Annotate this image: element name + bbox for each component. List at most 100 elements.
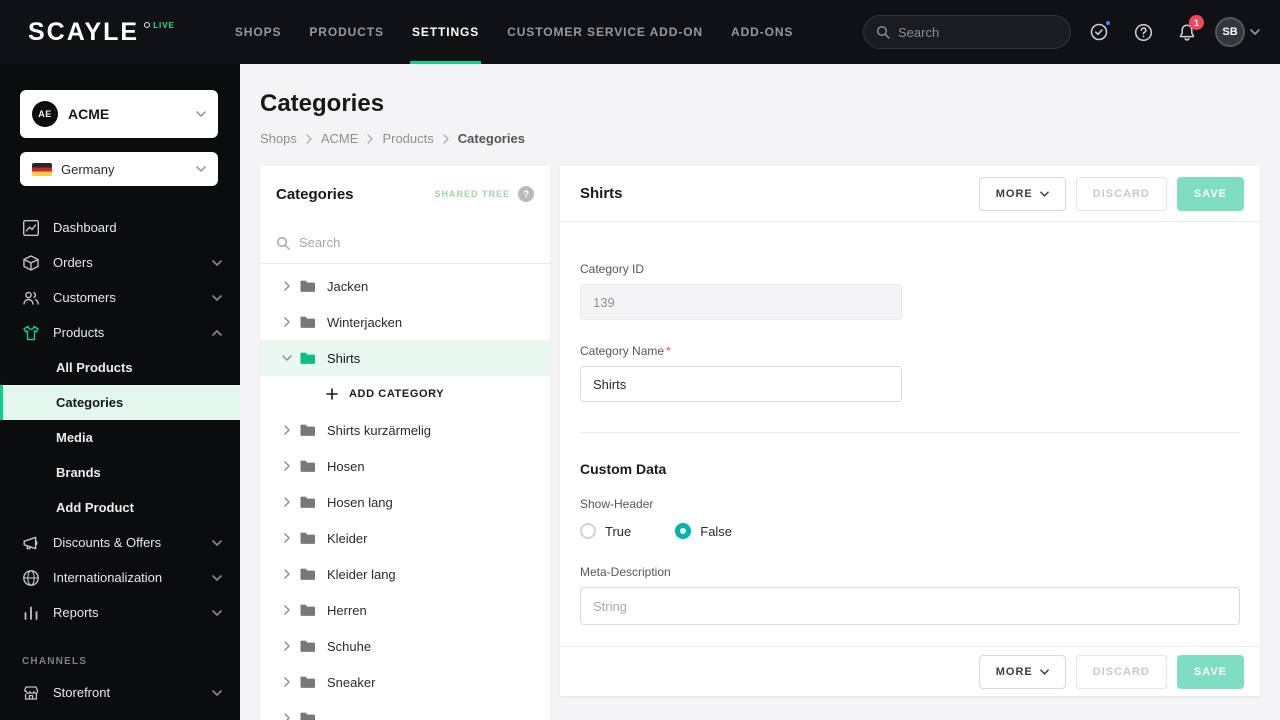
help-circle-icon[interactable]: ? [518, 186, 534, 202]
nav-add-ons[interactable]: ADD-ONS [717, 0, 807, 64]
tree-item-jacken[interactable]: Jacken [260, 268, 550, 304]
chevron-down-icon [1250, 29, 1260, 35]
chevron-right-icon[interactable] [282, 605, 292, 615]
sidebar-item-media[interactable]: Media [0, 420, 240, 455]
sidebar-item-all-products[interactable]: All Products [0, 350, 240, 385]
breadcrumb-acme[interactable]: ACME [321, 131, 359, 146]
chevron-down-icon [212, 540, 222, 546]
sidebar-item-storefront[interactable]: Storefront [0, 675, 240, 710]
chevron-right-icon[interactable] [282, 641, 292, 651]
save-button-footer[interactable]: SAVE [1177, 655, 1244, 689]
radio-checked-icon[interactable] [675, 523, 691, 539]
category-name-input[interactable] [580, 366, 902, 402]
nav-settings[interactable]: SETTINGS [398, 0, 493, 64]
tree-item-sneaker[interactable]: Sneaker [260, 664, 550, 700]
folder-icon [300, 532, 316, 545]
tree-item-label: Herren [327, 603, 367, 618]
radio-unchecked-icon[interactable] [580, 523, 596, 539]
country-selector[interactable]: Germany [20, 152, 218, 186]
breadcrumb-products[interactable]: Products [382, 131, 433, 146]
nav-shops[interactable]: SHOPS [221, 0, 296, 64]
folder-icon [300, 640, 316, 653]
top-nav: SHOPS PRODUCTS SETTINGS CUSTOMER SERVICE… [221, 0, 807, 64]
status-notification-dot [1104, 19, 1112, 27]
tree-search[interactable] [260, 222, 550, 264]
shop-name: ACME [68, 106, 186, 122]
add-category-button[interactable]: ADD CATEGORY [260, 376, 550, 412]
main-content: Categories Shops ACME Products Categorie… [240, 64, 1280, 720]
help-icon-button[interactable] [1127, 16, 1159, 48]
global-search[interactable] [863, 15, 1071, 49]
breadcrumb: Shops ACME Products Categories [260, 131, 1260, 146]
more-button-footer[interactable]: MORE [979, 655, 1066, 689]
scayle-logo[interactable]: SCAYLE LIVE [28, 20, 175, 45]
global-search-input[interactable] [898, 25, 1058, 40]
chevron-right-icon[interactable] [282, 569, 292, 579]
tree-item-hosen[interactable]: Hosen [260, 448, 550, 484]
radio-option-false[interactable]: False [675, 523, 732, 539]
topbar-actions: 1 SB [863, 15, 1280, 49]
logo-text: SCAYLE [28, 20, 139, 45]
sidebar-item-reports[interactable]: Reports [0, 595, 240, 630]
chevron-right-icon[interactable] [282, 677, 292, 687]
notifications-button[interactable]: 1 [1171, 16, 1203, 48]
sidebar-item-dashboard[interactable]: Dashboard [0, 210, 240, 245]
chevron-down-icon [212, 575, 222, 581]
chevron-right-icon[interactable] [282, 281, 292, 291]
radio-option-true[interactable]: True [580, 523, 631, 539]
tree-item-label: Hosen [327, 459, 365, 474]
meta-description-input[interactable] [580, 587, 1240, 625]
tree-search-input[interactable] [299, 235, 534, 250]
category-id-field: Category ID [580, 262, 1240, 320]
nav-customer-service-add-on[interactable]: CUSTOMER SERVICE ADD-ON [493, 0, 717, 64]
save-button[interactable]: SAVE [1177, 177, 1244, 211]
more-button[interactable]: MORE [979, 177, 1066, 211]
user-menu[interactable]: SB [1215, 17, 1260, 47]
orders-icon [22, 254, 40, 272]
sidebar-item-brands[interactable]: Brands [0, 455, 240, 490]
discard-button[interactable]: DISCARD [1076, 177, 1167, 211]
tree-item-herren[interactable]: Herren [260, 592, 550, 628]
chevron-right-icon[interactable] [282, 497, 292, 507]
folder-icon [300, 460, 316, 473]
status-check-icon-button[interactable] [1083, 16, 1115, 48]
avatar: SB [1215, 17, 1245, 47]
tree-item-shirts-kurzaermelig[interactable]: Shirts kurzärmelig [260, 412, 550, 448]
chevron-down-icon[interactable] [282, 355, 292, 361]
category-name-label: Category Name* [580, 344, 1240, 358]
tree-item-schuhe[interactable]: Schuhe [260, 628, 550, 664]
tree-item-partial[interactable] [260, 700, 550, 720]
sidebar-item-orders[interactable]: Orders [0, 245, 240, 280]
tree-item-shirts[interactable]: Shirts [260, 340, 550, 376]
chevron-right-icon[interactable] [282, 425, 292, 435]
shop-logo: AE [32, 101, 58, 127]
sidebar-item-internationalization[interactable]: Internationalization [0, 560, 240, 595]
discard-button-label: DISCARD [1093, 188, 1150, 200]
breadcrumb-shops[interactable]: Shops [260, 131, 297, 146]
chevron-down-icon [212, 295, 222, 301]
discard-button-footer[interactable]: DISCARD [1076, 655, 1167, 689]
sidebar-item-add-product[interactable]: Add Product [0, 490, 240, 525]
tree-item-winterjacken[interactable]: Winterjacken [260, 304, 550, 340]
meta-description-label: Meta-Description [580, 565, 1240, 579]
shop-selector[interactable]: AE ACME [20, 90, 218, 138]
radio-option-label: False [700, 524, 732, 539]
tree-item-kleider[interactable]: Kleider [260, 520, 550, 556]
chevron-right-icon[interactable] [282, 317, 292, 327]
sidebar-item-discounts-offers[interactable]: Discounts & Offers [0, 525, 240, 560]
chevron-down-icon [212, 690, 222, 696]
detail-footer: MORE DISCARD SAVE [560, 646, 1260, 696]
nav-products[interactable]: PRODUCTS [295, 0, 398, 64]
channels-section-heading: CHANNELS [22, 656, 240, 667]
chevron-right-icon[interactable] [282, 461, 292, 471]
sidebar-item-categories[interactable]: Categories [0, 385, 240, 420]
tree-item-hosen-lang[interactable]: Hosen lang [260, 484, 550, 520]
breadcrumb-categories: Categories [458, 131, 525, 146]
sidebar-item-customers[interactable]: Customers [0, 280, 240, 315]
plus-icon [326, 388, 338, 400]
sidebar-item-products[interactable]: Products [0, 315, 240, 350]
chevron-right-icon[interactable] [282, 533, 292, 543]
category-id-label: Category ID [580, 262, 1240, 276]
tree-item-kleider-lang[interactable]: Kleider lang [260, 556, 550, 592]
folder-icon [300, 280, 316, 293]
